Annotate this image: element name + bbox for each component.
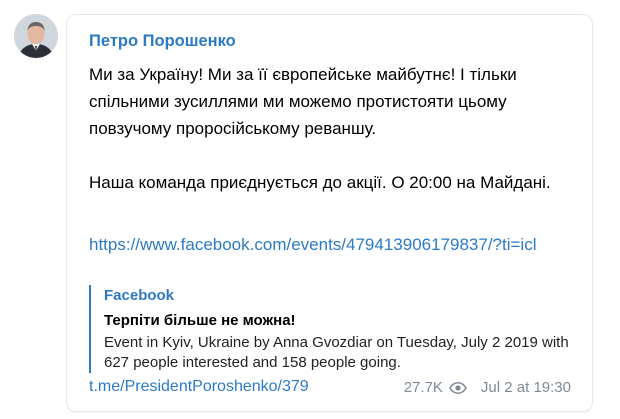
- preview-title: Терпіти більше не можна!: [104, 312, 296, 329]
- avatar-portrait-icon: [14, 14, 58, 58]
- preview-site-name: Facebook: [104, 287, 175, 304]
- view-count: 27.7K: [403, 379, 443, 396]
- message-text: Ми за Україну! Ми за її європейське майб…: [89, 61, 579, 196]
- post-timestamp: Jul 2 at 19:30: [480, 379, 571, 396]
- preview-description: Event in Kyiv, Ukraine by Anna Gvozdiar …: [104, 334, 569, 371]
- telegram-post-page: Петро Порошенко Ми за Україну! Ми за її …: [0, 0, 620, 419]
- post-permalink[interactable]: t.me/PresidentPoroshenko/379: [89, 378, 309, 396]
- message-bubble: Петро Порошенко Ми за Україну! Ми за її …: [66, 14, 593, 412]
- link-preview[interactable]: Facebook Терпіти більше не можна! Event …: [89, 285, 584, 373]
- eye-icon: [449, 381, 467, 394]
- message-link[interactable]: https://www.facebook.com/events/47941390…: [89, 231, 579, 258]
- post-meta: 27.7K Jul 2 at 19:30: [404, 379, 571, 396]
- avatar[interactable]: [14, 14, 58, 58]
- message-paragraph: Наша команда приєднується до акції. О 20…: [89, 173, 551, 192]
- message-paragraph: Ми за Україну! Ми за її європейське майб…: [89, 65, 517, 138]
- author-name[interactable]: Петро Порошенко: [89, 32, 236, 51]
